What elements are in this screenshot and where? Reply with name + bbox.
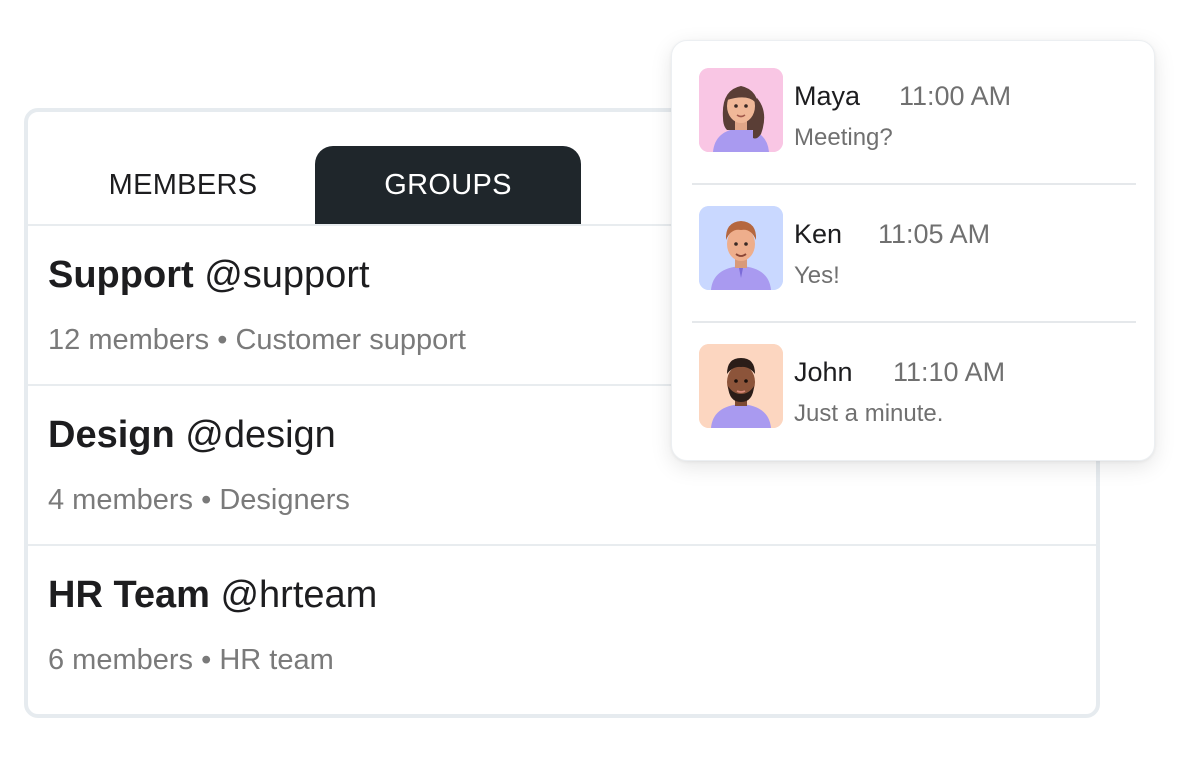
group-member-count: 6 members — [48, 644, 194, 676]
message-text: Just a minute. — [794, 400, 944, 427]
group-handle: @design — [185, 414, 336, 456]
group-member-count: 12 members — [48, 324, 210, 356]
sender-name: Maya — [794, 81, 861, 111]
message-text: Yes! — [794, 262, 840, 289]
message-time: 11:05 AM — [878, 219, 991, 249]
group-name: Design — [48, 414, 175, 456]
tab-groups[interactable]: GROUPS — [315, 146, 581, 224]
man-avatar-icon — [699, 206, 783, 290]
group-title: Support @support — [48, 254, 370, 297]
bearded-man-avatar-icon — [699, 344, 783, 428]
message-time: 11:10 AM — [893, 357, 1006, 387]
meta-separator: • — [217, 324, 228, 356]
chat-card: Maya 11:00 AM Meeting? Ken 11:05 AM Yes! — [671, 40, 1155, 461]
message-item[interactable]: Maya 11:00 AM Meeting? — [692, 41, 1136, 179]
tab-members[interactable]: MEMBERS — [50, 146, 316, 224]
message-item[interactable]: John 11:10 AM Just a minute. — [692, 317, 1136, 455]
group-name: Support — [48, 254, 194, 296]
sender-name: Ken — [794, 219, 843, 249]
group-handle: @hrteam — [220, 574, 378, 616]
group-description: Customer support — [235, 324, 466, 356]
group-description: HR team — [219, 644, 334, 676]
meta-separator: • — [201, 484, 212, 516]
group-member-count: 4 members — [48, 484, 194, 516]
woman-avatar-icon — [699, 68, 783, 152]
group-meta: 4 members • Designers — [48, 484, 350, 517]
group-meta: 12 members • Customer support — [48, 324, 466, 357]
group-title: HR Team @hrteam — [48, 574, 377, 617]
group-meta: 6 members • HR team — [48, 644, 334, 677]
message-time: 11:00 AM — [899, 81, 1012, 111]
sender-name: John — [794, 357, 853, 387]
group-handle: @support — [204, 254, 370, 296]
group-title: Design @design — [48, 414, 336, 457]
meta-separator: • — [201, 644, 212, 676]
group-description: Designers — [219, 484, 350, 516]
message-item[interactable]: Ken 11:05 AM Yes! — [692, 179, 1136, 317]
message-text: Meeting? — [794, 124, 893, 151]
group-row-hrteam[interactable]: HR Team @hrteam 6 members • HR team — [28, 546, 1096, 704]
group-name: HR Team — [48, 574, 210, 616]
